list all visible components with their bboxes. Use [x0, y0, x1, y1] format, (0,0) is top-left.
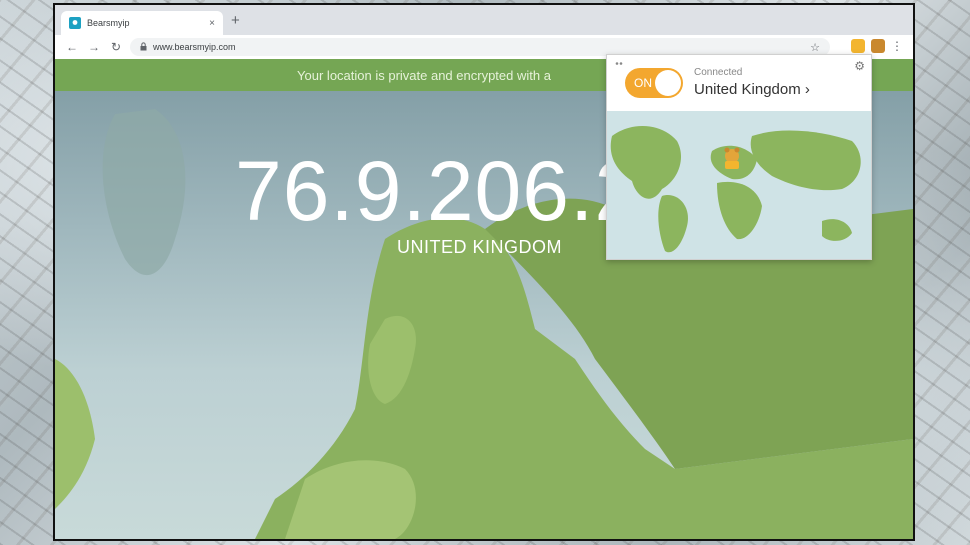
bear-extension-icon-2[interactable] [871, 39, 885, 53]
location-selector[interactable]: United Kingdom › [694, 81, 810, 98]
browser-menu-icon[interactable]: ⋮ [891, 40, 903, 52]
extension-icons: ⋮ [851, 39, 903, 53]
world-map-svg [610, 125, 861, 253]
browser-tab[interactable]: Bearsmyip × [61, 11, 223, 35]
chevron-right-icon: › [804, 81, 810, 98]
popup-logo-icon [615, 59, 623, 68]
toggle-label: ON [634, 76, 652, 90]
settings-gear-icon[interactable]: ⚙ [854, 59, 865, 73]
connection-status: Connected [694, 67, 743, 78]
forward-button[interactable]: → [83, 40, 105, 54]
reload-button[interactable]: ↻ [105, 40, 127, 54]
bear-location-marker-icon [724, 147, 740, 169]
back-button[interactable]: ← [61, 40, 83, 54]
world-map [607, 111, 871, 259]
tab-bar: Bearsmyip × + [55, 5, 913, 35]
bear-extension-icon[interactable] [851, 39, 865, 53]
vpn-toggle[interactable]: ON [625, 68, 683, 98]
new-tab-button[interactable]: + [231, 12, 240, 29]
site-favicon-icon [69, 17, 81, 29]
vpn-extension-popup: ⚙ ON Connected United Kingdom › [606, 54, 872, 260]
url-text: www.bearsmyip.com [153, 42, 236, 52]
tab-title: Bearsmyip [87, 18, 130, 28]
toggle-knob [655, 70, 681, 96]
location-name: United Kingdom [694, 81, 801, 98]
country-label: UNITED KINGDOM [397, 237, 563, 257]
bookmark-star-icon[interactable]: ☆ [810, 41, 820, 54]
lock-icon [140, 41, 147, 53]
tab-close-icon[interactable]: × [209, 18, 215, 29]
ip-address: 76.9.206.2 [235, 144, 643, 238]
